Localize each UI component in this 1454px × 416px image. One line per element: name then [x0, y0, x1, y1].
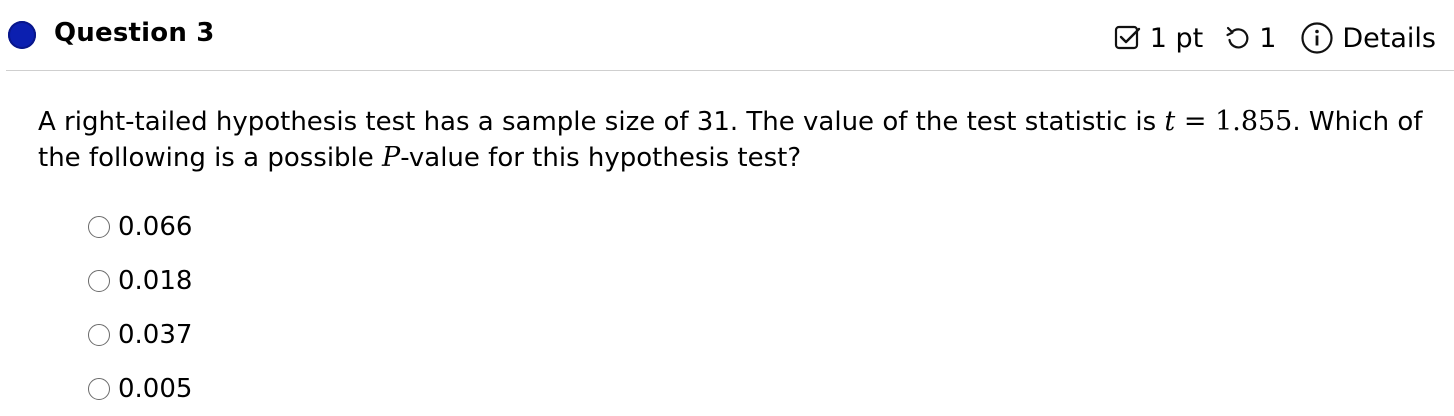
option-label: 0.037 [118, 320, 193, 350]
question-header: Question 3 1 pt 1 Details [0, 0, 1454, 70]
status-dot-icon [8, 21, 36, 49]
radio-button[interactable] [88, 378, 110, 400]
question-title: Question 3 [54, 18, 215, 48]
retry-icon [1225, 25, 1251, 51]
radio-button[interactable] [88, 324, 110, 346]
option-label: 0.066 [118, 212, 193, 242]
question-text-part-1: A right-tailed hypothesis test has a sam… [38, 107, 1165, 137]
details-button[interactable]: Details [1300, 21, 1436, 55]
answer-options: 0.066 0.018 0.037 0.005 [88, 200, 192, 416]
radio-button[interactable] [88, 216, 110, 238]
details-label: Details [1342, 22, 1436, 54]
points-label: 1 pt [1149, 22, 1204, 54]
math-expression: = 1.855 [1175, 106, 1293, 137]
answer-option[interactable]: 0.018 [88, 254, 192, 308]
radio-button[interactable] [88, 270, 110, 292]
checkbox-icon [1114, 24, 1142, 52]
question-text: A right-tailed hypothesis test has a sam… [38, 104, 1438, 176]
question-text-part-3: -value for this hypothesis test? [400, 143, 802, 173]
header-divider [6, 70, 1454, 71]
option-label: 0.018 [118, 266, 193, 296]
answer-option[interactable]: 0.037 [88, 308, 192, 362]
math-variable-t: t [1164, 106, 1176, 137]
option-label: 0.005 [118, 374, 193, 404]
question-meta: 1 pt 1 Details [1114, 20, 1436, 56]
math-variable-p: P [382, 142, 401, 173]
answer-option[interactable]: 0.005 [88, 362, 192, 416]
info-icon [1300, 21, 1334, 55]
answer-option[interactable]: 0.066 [88, 200, 192, 254]
attempts-count: 1 [1259, 22, 1277, 54]
